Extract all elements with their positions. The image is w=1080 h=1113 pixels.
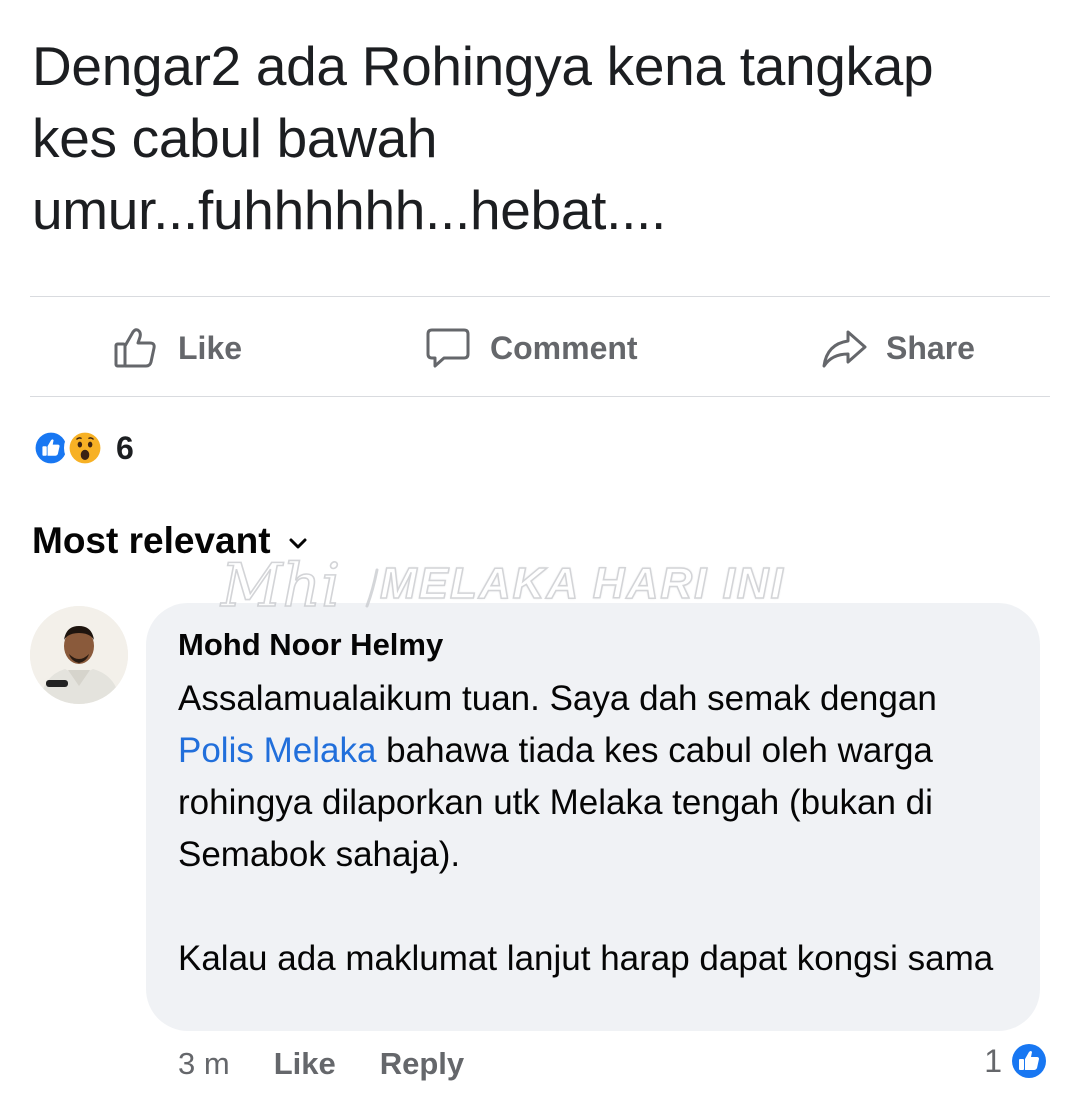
comment-like-count[interactable]: 1 — [984, 1040, 1050, 1082]
divider — [30, 296, 1050, 297]
share-button-label: Share — [886, 329, 975, 366]
reaction-summary[interactable]: 6 — [30, 426, 134, 470]
post-text-line: kes cabul bawah — [32, 107, 438, 169]
comment-author[interactable]: Mohd Noor Helmy — [178, 625, 1010, 665]
commenter-avatar[interactable] — [30, 606, 128, 704]
comment-sort-label: Most relevant — [32, 520, 271, 561]
comment-text: Assalamualaikum tuan. Saya dah semak den… — [178, 673, 1010, 985]
post-text-line: umur...fuhhhhhh...hebat.... — [32, 179, 667, 241]
like-reaction-icon — [1010, 1042, 1048, 1080]
comment-meta: 3 m Like Reply — [178, 1042, 464, 1086]
comment-button[interactable]: Comment — [424, 300, 638, 396]
avatar-photo — [30, 606, 128, 704]
post-text-line: Dengar2 ada Rohingya kena tangkap — [32, 35, 934, 97]
reaction-count: 6 — [116, 429, 134, 466]
comment-text-segment: Assalamualaikum tuan. Saya dah semak den… — [178, 679, 937, 718]
like-button[interactable]: Like — [112, 300, 242, 396]
post-action-bar: Like Comment Share — [30, 300, 1050, 396]
comment-like-number: 1 — [984, 1042, 1002, 1079]
mention-link-polis-melaka[interactable]: Polis Melaka — [178, 731, 376, 770]
comment-reply-button[interactable]: Reply — [380, 1046, 464, 1082]
wow-reaction-icon — [64, 427, 106, 469]
comment-bubble: Mohd Noor Helmy Assalamualaikum tuan. Sa… — [146, 603, 1040, 1031]
comment-sort-dropdown[interactable]: Most relevant — [32, 520, 311, 562]
share-icon — [822, 330, 867, 368]
like-button-label: Like — [178, 329, 243, 366]
share-button[interactable]: Share — [820, 300, 975, 396]
comment-paragraph: Kalau ada maklumat lanjut harap dapat ko… — [178, 939, 994, 978]
thumbs-up-icon — [114, 328, 156, 368]
chevron-down-icon — [289, 538, 307, 549]
comment-like-button[interactable]: Like — [274, 1046, 336, 1082]
comment-button-label: Comment — [490, 329, 638, 366]
comment-paragraph: Assalamualaikum tuan. Saya dah semak den… — [178, 673, 1010, 881]
divider — [30, 396, 1050, 397]
comment-icon — [426, 328, 470, 368]
watermark-text: MELAKA HARI INI — [379, 558, 785, 609]
post-text: Dengar2 ada Rohingya kena tangkap kes ca… — [32, 30, 1012, 246]
comment-timestamp[interactable]: 3 m — [178, 1046, 230, 1082]
